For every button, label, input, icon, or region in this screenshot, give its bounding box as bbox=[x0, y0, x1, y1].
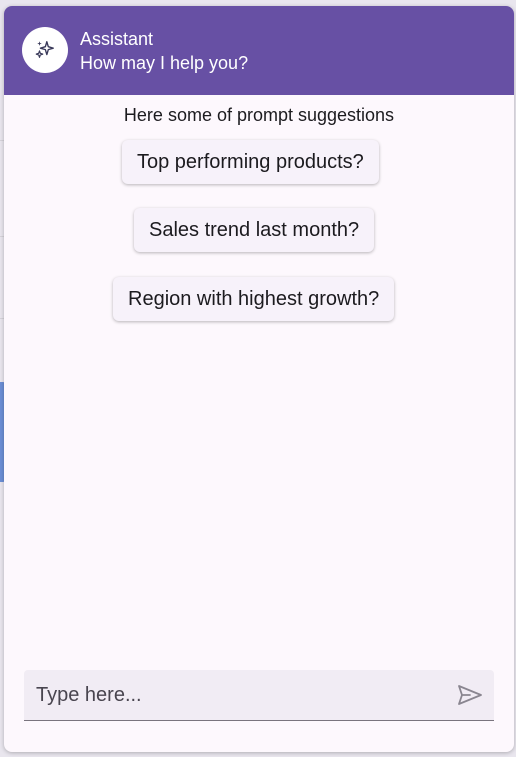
chat-assistant-panel: Assistant How may I help you? Here some … bbox=[4, 6, 514, 752]
suggestion-chip-top-products[interactable]: Top performing products? bbox=[122, 140, 379, 184]
message-input[interactable] bbox=[24, 670, 456, 720]
message-composer bbox=[24, 670, 494, 721]
assistant-subtitle: How may I help you? bbox=[80, 53, 249, 73]
assistant-title: Assistant bbox=[80, 29, 154, 49]
suggestions-heading: Here some of prompt suggestions bbox=[123, 105, 395, 125]
send-button[interactable] bbox=[456, 682, 484, 708]
sparkles-icon bbox=[35, 41, 54, 58]
suggestion-chip-region-growth[interactable]: Region with highest growth? bbox=[113, 277, 395, 321]
send-icon bbox=[458, 685, 482, 705]
suggestion-chip-sales-trend[interactable]: Sales trend last month? bbox=[134, 208, 375, 252]
assistant-avatar bbox=[22, 27, 68, 73]
chat-header: Assistant How may I help you? bbox=[4, 6, 514, 95]
